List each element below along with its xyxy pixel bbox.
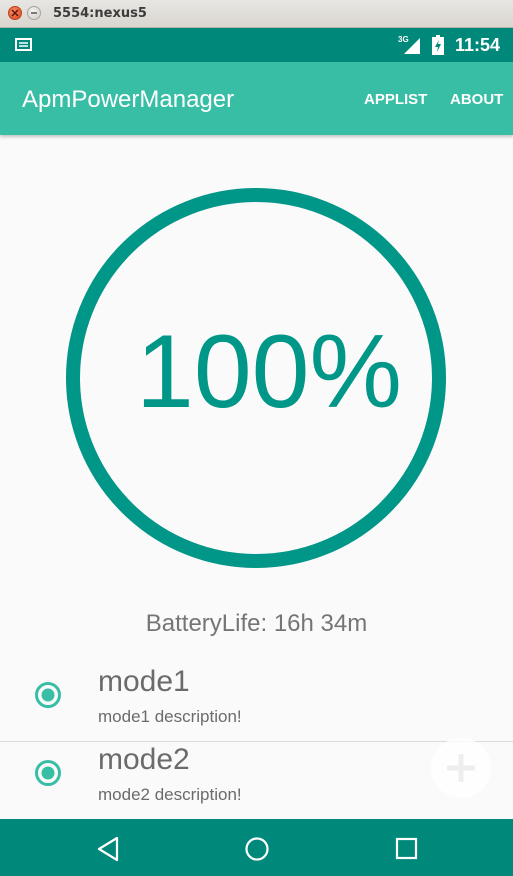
about-button[interactable]: ABOUT xyxy=(450,91,503,108)
back-icon[interactable] xyxy=(96,836,120,862)
app-bar: ApmPowerManager APPLIST ABOUT xyxy=(0,62,513,135)
battery-percent: 100% xyxy=(136,314,402,430)
mode-name: mode2 xyxy=(98,743,190,776)
status-time: 11:54 xyxy=(455,35,501,55)
recent-apps-icon[interactable] xyxy=(395,836,419,862)
window-close-button[interactable] xyxy=(8,6,22,20)
minimize-icon xyxy=(31,12,37,14)
home-icon[interactable] xyxy=(244,836,270,862)
message-icon xyxy=(15,38,32,51)
applist-button[interactable]: APPLIST xyxy=(364,91,427,108)
status-bar: 3G 11:54 xyxy=(0,28,513,62)
mode-list-item[interactable]: mode1 mode1 description! xyxy=(0,664,513,740)
battery-life-text: BatteryLife: 16h 34m xyxy=(145,610,368,637)
mode-description: mode1 description! xyxy=(98,707,242,726)
navigation-bar xyxy=(0,819,513,876)
window-titlebar: 5554:nexus5 xyxy=(0,0,513,28)
add-mode-fab[interactable] xyxy=(431,738,491,798)
plus-icon xyxy=(447,754,475,782)
window-minimize-button[interactable] xyxy=(27,6,41,20)
radio-selected-icon[interactable] xyxy=(34,759,62,787)
radio-selected-icon[interactable] xyxy=(34,681,62,709)
mode-name: mode1 xyxy=(98,665,190,698)
signal-icon xyxy=(404,38,420,54)
app-title: ApmPowerManager xyxy=(22,86,235,113)
window-title: 5554:nexus5 xyxy=(53,6,147,21)
close-icon xyxy=(11,9,19,17)
battery-charging-icon xyxy=(432,35,444,55)
mode-description: mode2 description! xyxy=(98,785,242,804)
